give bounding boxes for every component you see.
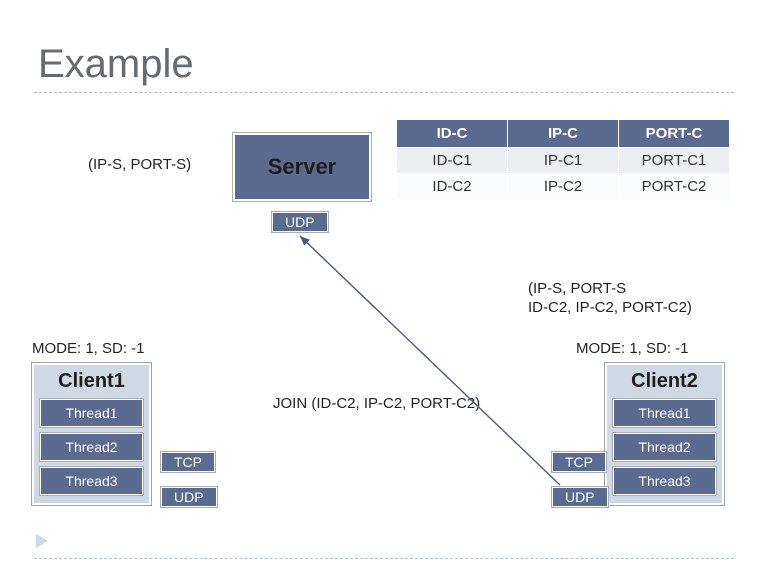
client1-thread: Thread2 <box>40 433 143 461</box>
client1-thread: Thread3 <box>40 467 143 495</box>
table-cell: IP-C1 <box>508 148 619 174</box>
table-cell: PORT-C1 <box>619 148 730 174</box>
server-udp-tag: UDP <box>272 212 328 232</box>
client1-title: Client1 <box>40 370 143 393</box>
table-row: ID-C1 IP-C1 PORT-C1 <box>397 148 730 174</box>
client2-tcp-tag: TCP <box>552 452 606 472</box>
client1-udp-tag: UDP <box>161 487 217 507</box>
play-icon <box>36 534 48 548</box>
table-header: PORT-C <box>619 120 730 148</box>
divider-top <box>34 92 734 93</box>
page-title: Example <box>38 42 194 87</box>
table-row: ID-C2 IP-C2 PORT-C2 <box>397 174 730 200</box>
client1-thread: Thread1 <box>40 399 143 427</box>
server-box: Server <box>233 133 371 201</box>
client2-params-label: (IP-S, PORT-S ID-C2, IP-C2, PORT-C2) <box>528 280 692 318</box>
client1-mode-label: MODE: 1, SD: -1 <box>32 340 145 357</box>
divider-bottom <box>34 558 734 559</box>
table-header-row: ID-C IP-C PORT-C <box>397 120 730 148</box>
table-cell: PORT-C2 <box>619 174 730 200</box>
client-table: ID-C IP-C PORT-C ID-C1 IP-C1 PORT-C1 ID-… <box>396 119 730 200</box>
client2-box: Client2 Thread1 Thread2 Thread3 <box>605 363 724 505</box>
table-cell: ID-C1 <box>397 148 508 174</box>
client2-thread: Thread2 <box>613 433 716 461</box>
client1-tcp-tag: TCP <box>161 452 215 472</box>
table-cell: ID-C2 <box>397 174 508 200</box>
join-message-label: JOIN (ID-C2, IP-C2, PORT-C2) <box>273 395 480 412</box>
table-header: IP-C <box>508 120 619 148</box>
client2-udp-tag: UDP <box>552 487 608 507</box>
client1-box: Client1 Thread1 Thread2 Thread3 <box>32 363 151 505</box>
client2-thread: Thread3 <box>613 467 716 495</box>
client2-mode-label: MODE: 1, SD: -1 <box>576 340 689 357</box>
client2-title: Client2 <box>613 370 716 393</box>
table-header: ID-C <box>397 120 508 148</box>
server-address-label: (IP-S, PORT-S) <box>88 156 191 173</box>
table-cell: IP-C2 <box>508 174 619 200</box>
client2-thread: Thread1 <box>613 399 716 427</box>
